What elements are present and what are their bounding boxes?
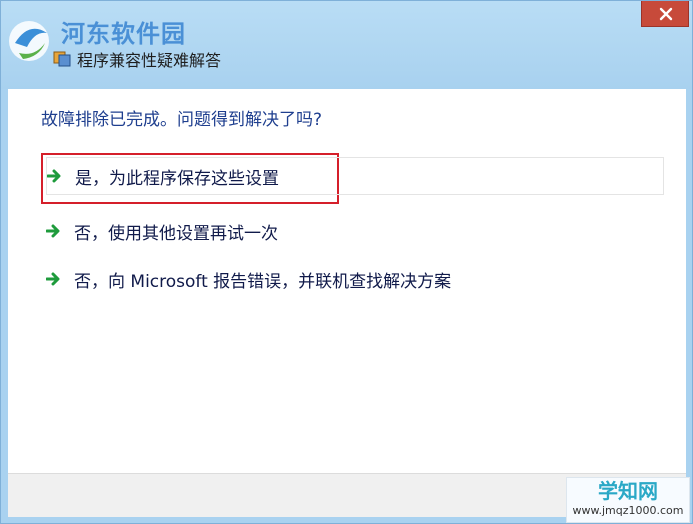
window-title: 程序兼容性疑难解答 [77, 51, 222, 70]
troubleshooter-window: 河东软件园 程序兼容性疑难解答 故障排除已完成。问题得到解决了吗? 是，为此程序… [0, 0, 693, 524]
watermark-bottom: 学知网 www.jmqz1000.com [566, 477, 690, 523]
green-arrow-icon [46, 272, 74, 286]
option-label: 是，为此程序保存这些设置 [75, 168, 279, 189]
content-panel: 故障排除已完成。问题得到解决了吗? 是，为此程序保存这些设置 否，使用其他设置再… [8, 89, 686, 473]
option-label: 否，向 Microsoft 报告错误，并联机查找解决方案 [74, 271, 452, 292]
close-button[interactable] [641, 1, 689, 27]
green-arrow-icon [46, 224, 74, 238]
option-save-settings[interactable]: 是，为此程序保存这些设置 [46, 157, 664, 195]
watermark-top: 河东软件园 [61, 19, 186, 48]
watermark-bottom-url: www.jmqz1000.com [572, 504, 684, 517]
result-heading: 故障排除已完成。问题得到解决了吗? [41, 110, 323, 130]
option-label: 否，使用其他设置再试一次 [74, 223, 278, 244]
option-try-again[interactable]: 否，使用其他设置再试一次 [46, 212, 664, 250]
close-icon [659, 7, 673, 21]
shield-app-icon [53, 49, 71, 67]
watermark-bottom-main: 学知网 [598, 479, 658, 503]
option-report-error[interactable]: 否，向 Microsoft 报告错误，并联机查找解决方案 [46, 260, 664, 298]
green-arrow-icon [47, 169, 75, 183]
